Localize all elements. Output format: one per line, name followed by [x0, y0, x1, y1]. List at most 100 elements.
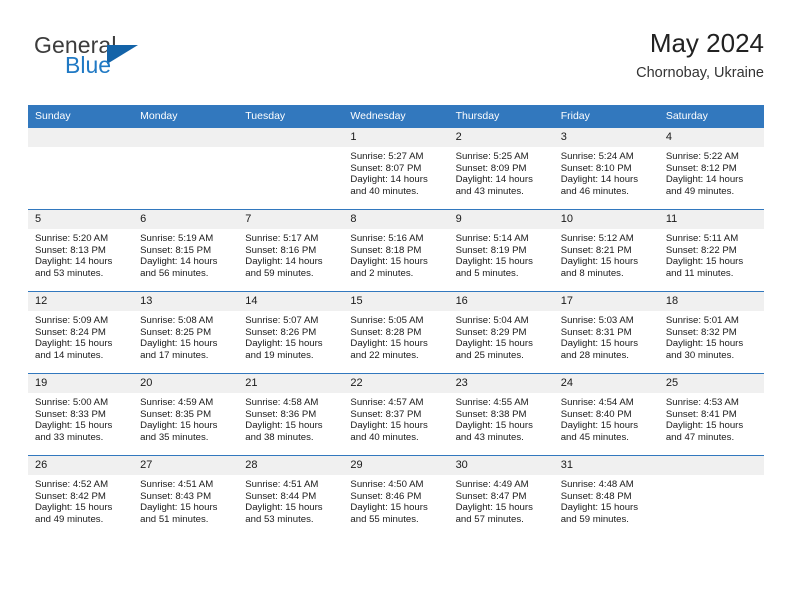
day-number: 24 [553, 374, 659, 393]
day-cell-inner: 1 Sunrise: 5:27 AM Sunset: 8:07 PM Daylight… [343, 128, 449, 209]
calendar-day-cell[interactable]: 8 Sunrise: 5:16 AM Sunset: 8:18 PM Daylight… [343, 209, 449, 292]
day-cell-inner: 27 Sunrise: 4:51 AM Sunset: 8:43 PM Dayligh… [133, 456, 239, 537]
calendar-day-cell-empty [658, 455, 764, 537]
calendar-day-cell[interactable]: 27 Sunrise: 4:51 AM Sunset: 8:43 PM Dayligh… [133, 455, 239, 537]
day-cell-inner: 21 Sunrise: 4:58 AM Sunset: 8:36 PM Dayligh… [238, 374, 344, 455]
sunset-time: Sunset: 8:28 PM [350, 326, 422, 338]
sunrise-time: Sunrise: 4:58 AM [245, 397, 319, 408]
calendar-day-cell[interactable]: 10 Sunrise: 5:12 AM Sunset: 8:21 PM Dayligh… [553, 209, 659, 292]
day-cell-inner: 2 Sunrise: 5:25 AM Sunset: 8:09 PM Daylight… [448, 128, 554, 209]
calendar-day-cell[interactable]: 9 Sunrise: 5:14 AM Sunset: 8:19 PM Daylight… [448, 209, 554, 292]
calendar-day-cell[interactable]: 29 Sunrise: 4:50 AM Sunset: 8:46 PM Dayligh… [343, 455, 449, 537]
day-cell-inner: 14 Sunrise: 5:07 AM Sunset: 8:26 PM Dayligh… [238, 292, 344, 373]
calendar-day-cell[interactable]: 2 Sunrise: 5:25 AM Sunset: 8:09 PM Daylight… [448, 127, 554, 210]
daylight-duration-line1: Daylight: 15 hours [245, 502, 323, 514]
daylight-duration-line2: and 43 minutes. [455, 431, 524, 443]
sunset-time: Sunset: 8:43 PM [140, 490, 212, 502]
calendar-day-cell[interactable]: 7 Sunrise: 5:17 AM Sunset: 8:16 PM Daylight… [238, 209, 344, 292]
day-cell-details: Sunrise: 5:08 AM Sunset: 8:25 PM Daylight:… [133, 311, 238, 361]
calendar-day-cell[interactable]: 5 Sunrise: 5:20 AM Sunset: 8:13 PM Daylight… [28, 209, 134, 292]
day-cell-details: Sunrise: 4:57 AM Sunset: 8:37 PM Daylight:… [343, 393, 448, 443]
day-number: 31 [553, 456, 659, 475]
weekday-header-sunday: Sunday [28, 105, 134, 128]
sunset-time: Sunset: 8:10 PM [560, 162, 632, 174]
calendar-day-cell[interactable]: 30 Sunrise: 4:49 AM Sunset: 8:47 PM Dayligh… [448, 455, 554, 537]
daylight-duration-line1: Daylight: 15 hours [140, 338, 218, 350]
day-cell-inner: 8 Sunrise: 5:16 AM Sunset: 8:18 PM Daylight… [343, 210, 449, 291]
brand-logo[interactable]: General Blue [34, 32, 264, 90]
calendar-day-cell[interactable]: 13 Sunrise: 5:08 AM Sunset: 8:25 PM Dayligh… [133, 291, 239, 374]
calendar-day-cell[interactable]: 1 Sunrise: 5:27 AM Sunset: 8:07 PM Daylight… [343, 127, 449, 210]
day-number: 10 [553, 210, 659, 229]
calendar-day-cell[interactable]: 20 Sunrise: 4:59 AM Sunset: 8:35 PM Dayligh… [133, 373, 239, 456]
daylight-duration-line1: Daylight: 15 hours [560, 256, 639, 268]
calendar-day-cell[interactable]: 16 Sunrise: 5:04 AM Sunset: 8:29 PM Dayligh… [448, 291, 554, 374]
sunrise-time: Sunrise: 5:00 AM [35, 397, 109, 408]
sunrise-time: Sunrise: 5:12 AM [560, 233, 634, 244]
day-number: 7 [238, 210, 344, 229]
calendar-day-cell[interactable]: 19 Sunrise: 5:00 AM Sunset: 8:33 PM Dayligh… [28, 373, 134, 456]
sunset-time: Sunset: 8:26 PM [245, 326, 317, 338]
sunset-time: Sunset: 8:38 PM [455, 408, 527, 420]
weekday-header-wednesday: Wednesday [343, 105, 449, 128]
day-cell-inner: 19 Sunrise: 5:00 AM Sunset: 8:33 PM Dayligh… [28, 374, 134, 455]
daylight-duration-line1: Daylight: 14 hours [35, 256, 113, 268]
sunset-time: Sunset: 8:12 PM [665, 162, 737, 174]
day-cell-inner: 23 Sunrise: 4:55 AM Sunset: 8:38 PM Dayligh… [448, 374, 554, 455]
calendar-day-cell[interactable]: 3 Sunrise: 5:24 AM Sunset: 8:10 PM Daylight… [553, 127, 659, 210]
sunrise-time: Sunrise: 4:57 AM [350, 397, 424, 408]
day-number: 16 [448, 292, 554, 311]
calendar-day-cell[interactable]: 22 Sunrise: 4:57 AM Sunset: 8:37 PM Dayligh… [343, 373, 449, 456]
sunset-time: Sunset: 8:42 PM [35, 490, 106, 502]
daylight-duration-line1: Daylight: 15 hours [665, 420, 744, 432]
sunrise-time: Sunrise: 5:11 AM [665, 233, 739, 244]
calendar-day-cell[interactable]: 28 Sunrise: 4:51 AM Sunset: 8:44 PM Dayligh… [238, 455, 344, 537]
day-number: 20 [133, 374, 239, 393]
calendar-day-cell-empty [238, 127, 344, 210]
calendar-day-cell[interactable]: 12 Sunrise: 5:09 AM Sunset: 8:24 PM Dayligh… [28, 291, 134, 374]
sunset-time: Sunset: 8:15 PM [140, 244, 212, 256]
daylight-duration-line2: and 57 minutes. [455, 513, 524, 525]
calendar-day-cell[interactable]: 24 Sunrise: 4:54 AM Sunset: 8:40 PM Dayligh… [553, 373, 659, 456]
calendar-day-cell[interactable]: 4 Sunrise: 5:22 AM Sunset: 8:12 PM Daylight… [658, 127, 764, 210]
calendar-day-cell[interactable]: 18 Sunrise: 5:01 AM Sunset: 8:32 PM Dayligh… [658, 291, 764, 374]
day-cell-details: Sunrise: 5:01 AM Sunset: 8:32 PM Daylight:… [659, 311, 764, 361]
daylight-duration-line1: Daylight: 15 hours [35, 338, 113, 350]
day-number: 17 [553, 292, 659, 311]
daylight-duration-line1: Daylight: 15 hours [35, 420, 113, 432]
calendar-day-cell[interactable]: 25 Sunrise: 4:53 AM Sunset: 8:41 PM Dayligh… [658, 373, 764, 456]
sunset-time: Sunset: 8:16 PM [245, 244, 317, 256]
daylight-duration-line1: Daylight: 14 hours [665, 174, 744, 186]
calendar-day-cell[interactable]: 21 Sunrise: 4:58 AM Sunset: 8:36 PM Dayligh… [238, 373, 344, 456]
day-cell-inner: 20 Sunrise: 4:59 AM Sunset: 8:35 PM Dayligh… [133, 374, 239, 455]
calendar-day-cell[interactable]: 15 Sunrise: 5:05 AM Sunset: 8:28 PM Dayligh… [343, 291, 449, 374]
calendar-day-cell[interactable]: 17 Sunrise: 5:03 AM Sunset: 8:31 PM Dayligh… [553, 291, 659, 374]
day-cell-details: Sunrise: 5:14 AM Sunset: 8:19 PM Daylight:… [449, 229, 554, 279]
weekday-header-monday: Monday [133, 105, 239, 128]
calendar-day-cell[interactable]: 6 Sunrise: 5:19 AM Sunset: 8:15 PM Daylight… [133, 209, 239, 292]
sunrise-time: Sunrise: 5:08 AM [140, 315, 214, 326]
sunrise-time: Sunrise: 5:17 AM [245, 233, 319, 244]
sunset-time: Sunset: 8:25 PM [140, 326, 212, 338]
calendar-day-cell[interactable]: 14 Sunrise: 5:07 AM Sunset: 8:26 PM Dayligh… [238, 291, 344, 374]
day-cell-inner: 22 Sunrise: 4:57 AM Sunset: 8:37 PM Dayligh… [343, 374, 449, 455]
sunrise-time: Sunrise: 5:05 AM [350, 315, 424, 326]
daylight-duration-line1: Daylight: 15 hours [455, 420, 533, 432]
day-cell-inner: 10 Sunrise: 5:12 AM Sunset: 8:21 PM Dayligh… [553, 210, 659, 291]
day-cell-inner: 5 Sunrise: 5:20 AM Sunset: 8:13 PM Daylight… [28, 210, 134, 291]
page-title: May 2024 [649, 28, 764, 58]
calendar-day-cell[interactable]: 26 Sunrise: 4:52 AM Sunset: 8:42 PM Dayligh… [28, 455, 134, 537]
calendar-day-cell[interactable]: 23 Sunrise: 4:55 AM Sunset: 8:38 PM Dayligh… [448, 373, 554, 456]
calendar-day-cell[interactable]: 11 Sunrise: 5:11 AM Sunset: 8:22 PM Dayligh… [658, 209, 764, 292]
day-cell-details: Sunrise: 4:50 AM Sunset: 8:46 PM Daylight:… [343, 475, 448, 525]
day-cell-details: Sunrise: 5:25 AM Sunset: 8:09 PM Daylight:… [449, 147, 554, 197]
daylight-duration-line2: and 53 minutes. [35, 267, 104, 279]
day-cell-details: Sunrise: 4:59 AM Sunset: 8:35 PM Daylight:… [133, 393, 238, 443]
daylight-duration-line1: Daylight: 14 hours [560, 174, 639, 186]
sunset-time: Sunset: 8:13 PM [35, 244, 106, 256]
sunset-time: Sunset: 8:22 PM [665, 244, 737, 256]
calendar-day-cell[interactable]: 31 Sunrise: 4:48 AM Sunset: 8:48 PM Dayligh… [553, 455, 659, 537]
daylight-duration-line1: Daylight: 15 hours [560, 502, 639, 514]
day-number: 6 [133, 210, 239, 229]
day-cell-details: Sunrise: 4:54 AM Sunset: 8:40 PM Daylight:… [554, 393, 659, 443]
